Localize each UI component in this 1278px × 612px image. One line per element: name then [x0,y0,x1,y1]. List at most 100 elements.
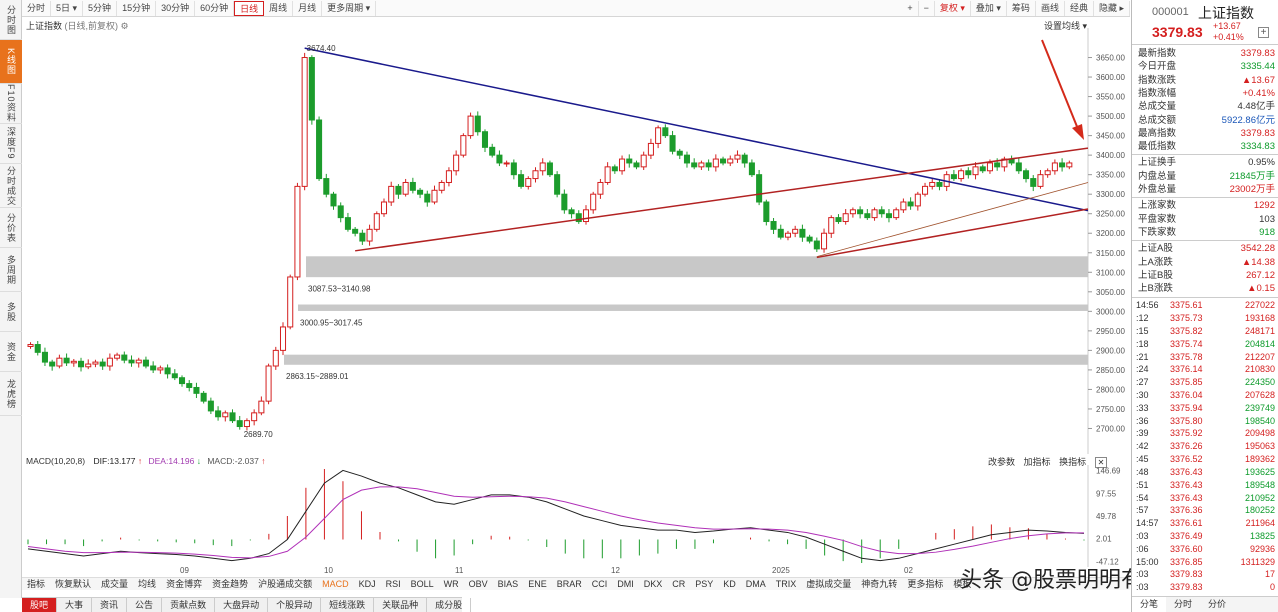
left-nav-item-4[interactable]: 分时成交 [0,164,22,208]
indicator-tab-0[interactable]: 指标 [22,578,50,591]
toolbar-right-buttons: + − 复权 ▾ 叠加 ▾ 筹码 画线 经典 隐藏 ▸ [902,0,1130,17]
candle [85,359,92,370]
bottom-tabs: 股吧 大事 资讯 公告 贡献点数 大盘异动 个股异动 短线涨跌 关联品种 成分股 [22,597,472,612]
tick-row: :51 3376.43 189548 [1136,479,1275,491]
candle [554,171,561,198]
indicator-tab-17[interactable]: DMI [612,578,639,591]
quote-row: 总成交量 4.48亿手 [1138,100,1275,113]
left-nav-item-3[interactable]: 深度F9 [0,124,22,164]
toolbar-right-button-2[interactable]: 复权 ▾ [935,1,971,16]
bottom-tab-0[interactable]: 股吧 [22,598,58,612]
period-button-4[interactable]: 30分钟 [156,0,196,16]
bottom-tab-1[interactable]: 大事 [57,598,93,612]
indicator-tab-14[interactable]: ENE [523,578,552,591]
tick-price: 3375.92 [1170,428,1203,439]
date-label: 09 [180,566,189,575]
quote-tab-2[interactable]: 分价 [1200,597,1234,612]
indicator-tab-11[interactable]: WR [439,578,464,591]
quote-key: 平盘家数 [1138,213,1177,225]
indicator-tab-24[interactable]: 虚拟成交量 [801,578,856,591]
indicator-tab-15[interactable]: BRAR [552,578,587,591]
period-button-6[interactable]: 日线 [234,0,265,16]
toolbar-right-button-0[interactable]: + [902,1,919,16]
indicator-tab-19[interactable]: CR [667,578,690,591]
macd-chart[interactable]: 146.6997.5549.782.01-47.12 [22,465,1130,567]
y-tick-label: 3100.00 [1096,268,1125,277]
add-watchlist-icon[interactable]: + [1258,27,1269,38]
quote-tab-0[interactable]: 分笔 [1132,597,1167,612]
indicator-tab-8[interactable]: KDJ [354,578,381,591]
candle [1044,168,1051,178]
indicator-tab-16[interactable]: CCI [587,578,613,591]
candle [741,152,748,168]
tick-volume: 17 [1264,569,1275,580]
left-nav-item-6[interactable]: 多周期 [0,248,22,292]
indicator-tab-18[interactable]: DKX [639,578,668,591]
indicator-tab-5[interactable]: 资金趋势 [207,578,253,591]
toolbar-right-button-3[interactable]: 叠加 ▾ [971,1,1007,16]
candle [561,189,568,214]
candle [611,164,618,174]
period-button-3[interactable]: 15分钟 [117,0,157,16]
indicator-tab-22[interactable]: DMA [741,578,771,591]
period-button-7[interactable]: 周线 [264,0,294,16]
left-nav-item-0[interactable]: 分时图 [0,0,22,40]
tick-volume: 180252 [1244,505,1275,516]
indicator-tab-21[interactable]: KD [718,578,741,591]
indicator-tab-3[interactable]: 均线 [133,578,161,591]
period-button-5[interactable]: 60分钟 [195,0,235,16]
indicator-tab-10[interactable]: BOLL [406,578,439,591]
quote-tab-1[interactable]: 分时 [1166,597,1200,612]
left-nav-item-9[interactable]: 龙虎榜 [0,372,22,416]
period-button-2[interactable]: 5分钟 [83,0,118,16]
kline-chart[interactable]: 2700.00 2750.00 2800.00 2850.00 2900.00 2950.… [22,28,1130,454]
bottom-tab-8[interactable]: 关联品种 [374,598,428,612]
indicator-tab-12[interactable]: OBV [464,578,493,591]
candle [662,124,669,138]
indicator-tab-26[interactable]: 更多指标 [902,578,948,591]
bottom-tab-7[interactable]: 短线涨跌 [321,598,375,612]
toolbar-right-button-5[interactable]: 画线 [1036,1,1065,16]
period-button-0[interactable]: 分时 [22,0,52,16]
toolbar-right-button-7[interactable]: 隐藏 ▸ [1094,1,1130,16]
quote-key: 指数涨幅 [1138,87,1177,99]
candle [669,130,676,155]
bottom-tab-5[interactable]: 大盘异动 [215,598,269,612]
indicator-tab-25[interactable]: 神奇九转 [856,578,902,591]
period-button-1[interactable]: 5日 ▾ [51,0,84,16]
toolbar-right-button-6[interactable]: 经典 [1065,1,1094,16]
indicator-tab-6[interactable]: 沪股通成交额 [253,578,317,591]
toolbar-right-button-1[interactable]: − [919,1,935,16]
period-button-8[interactable]: 月线 [293,0,323,16]
bottom-tab-6[interactable]: 个股异动 [268,598,322,612]
tick-price: 3376.61 [1170,518,1203,529]
indicator-tab-13[interactable]: BIAS [493,578,524,591]
left-nav-item-2[interactable]: F10资料 [0,84,22,124]
left-nav-item-8[interactable]: 资金 [0,332,22,372]
indicator-tab-2[interactable]: 成交量 [96,578,133,591]
toolbar-right-button-4[interactable]: 筹码 [1007,1,1036,16]
left-nav-item-7[interactable]: 多股 [0,292,22,332]
indicator-tab-23[interactable]: TRIX [771,578,802,591]
candle [936,180,943,191]
tick-time: :54 [1136,492,1149,503]
indicator-tab-4[interactable]: 资金博弈 [161,578,207,591]
left-nav-item-5[interactable]: 分价表 [0,208,22,248]
bottom-tab-2[interactable]: 资讯 [92,598,128,612]
candle [222,410,229,422]
bottom-tab-3[interactable]: 公告 [127,598,163,612]
bottom-tab-4[interactable]: 贡献点数 [162,598,216,612]
tick-price: 3376.52 [1170,454,1203,465]
quote-value: 3542.28 [1240,243,1275,255]
indicator-tab-20[interactable]: PSY [690,578,718,591]
quote-value: 21845万手 [1229,170,1275,182]
left-nav-item-1[interactable]: K线图 [0,40,22,84]
indicator-tab-7[interactable]: MACD [317,578,354,591]
indicator-tab-1[interactable]: 恢复默认 [50,578,96,591]
quote-value: 103 [1259,213,1275,225]
candle [34,341,41,356]
period-button-9[interactable]: 更多周期 ▾ [322,0,377,16]
bottom-tab-9[interactable]: 成分股 [427,598,472,612]
index-change: +13.67 +0.41% [1213,21,1244,43]
indicator-tab-9[interactable]: RSI [381,578,406,591]
